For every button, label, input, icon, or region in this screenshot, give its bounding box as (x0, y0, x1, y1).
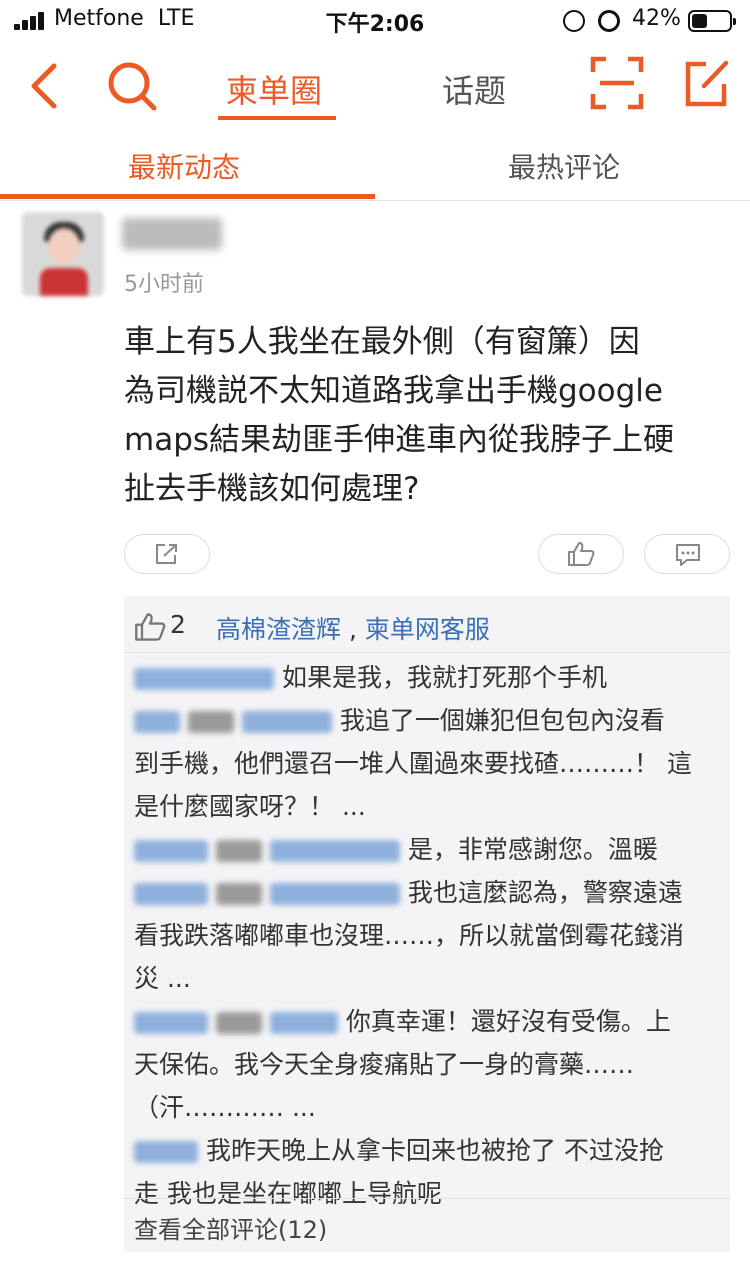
tab-latest[interactable]: 最新动态 (128, 146, 240, 186)
post-line: maps結果劫匪手伸進車內從我脖子上硬 (124, 422, 675, 458)
scan-icon[interactable] (590, 56, 644, 110)
post-line: 為司機説不太知道路我拿出手機google (124, 373, 663, 409)
reply-target-redacted[interactable] (241, 711, 332, 733)
comment-item[interactable]: 如果是我，我就打死那个手机 (134, 656, 724, 699)
thumbs-up-icon (568, 542, 595, 566)
comment-button[interactable] (644, 534, 730, 574)
comment-item[interactable]: 我追了一個嫌犯但包包內沒看 到手機，他們還召一堆人圍過來要找碴………！ 這 是什… (134, 699, 724, 828)
thumbs-up-icon (135, 613, 166, 641)
likers-list: 高棉渣渣辉 , 柬单网客服 (216, 615, 490, 644)
liker-link[interactable]: 高棉渣渣辉 (216, 615, 341, 644)
reply-target-redacted[interactable] (269, 840, 400, 862)
reply-label-redacted (215, 840, 262, 862)
reply-target-redacted[interactable] (269, 1012, 338, 1034)
active-subtab-indicator (0, 194, 375, 199)
username-redacted[interactable] (122, 218, 222, 250)
feed-tabs: 最新动态 最热评论 (0, 124, 750, 201)
status-bar: Metfone LTE 下午2:06 42% (0, 0, 750, 44)
share-icon (156, 544, 177, 564)
post-line: 車上有5人我坐在最外側（有窗簾）因 (124, 324, 640, 360)
commenter-name-redacted[interactable] (134, 1141, 198, 1163)
post-timestamp: 5小时前 (124, 272, 204, 297)
comment-icon (676, 544, 700, 566)
commenter-name-redacted[interactable] (134, 840, 208, 862)
commenter-name-redacted[interactable] (134, 883, 208, 905)
top-nav-bar: 柬单圈 话题 (0, 44, 750, 124)
battery-percent: 42% (632, 6, 681, 31)
reply-label-redacted (215, 883, 262, 905)
divider (124, 1198, 730, 1199)
liker-link[interactable]: 柬单网客服 (365, 615, 490, 644)
comment-item[interactable]: 我昨天晚上从拿卡回来也被抢了 不过没抢 走 我也是坐在嘟嘟上导航呢 (134, 1129, 724, 1215)
search-icon[interactable] (106, 60, 158, 112)
commenter-name-redacted[interactable] (134, 711, 180, 733)
post-content[interactable]: 車上有5人我坐在最外側（有窗簾）因 為司機説不太知道路我拿出手機google m… (124, 318, 734, 514)
rotation-lock-icon (563, 10, 585, 32)
like-button[interactable] (538, 534, 624, 574)
reply-label-redacted (215, 1012, 262, 1034)
reply-label-redacted (187, 711, 234, 733)
avatar[interactable] (22, 212, 104, 296)
comment-item[interactable]: 你真幸運！還好沒有受傷。上 天保佑。我今天全身痠痛貼了一身的膏藥…… （汗………… (134, 1000, 724, 1129)
tab-jiandanquan[interactable]: 柬单圈 (226, 66, 322, 112)
tab-topics[interactable]: 话题 (442, 66, 506, 112)
active-tab-indicator (218, 116, 336, 120)
battery-icon (688, 10, 736, 32)
compose-icon[interactable] (684, 58, 730, 108)
commenter-name-redacted[interactable] (134, 668, 274, 690)
share-button[interactable] (124, 534, 210, 574)
alarm-icon (598, 10, 620, 32)
post-line: 扯去手機該如何處理? (124, 471, 420, 507)
view-all-comments-link[interactable]: 查看全部评论(12) (134, 1210, 327, 1245)
chevron-left-icon[interactable] (26, 62, 62, 110)
comment-item[interactable]: 是，非常感謝您。溫暖 (134, 828, 724, 871)
reply-target-redacted[interactable] (269, 883, 400, 905)
tab-hottest-comments[interactable]: 最热评论 (508, 146, 620, 186)
divider (124, 652, 730, 653)
like-count: 2 (170, 610, 186, 639)
comment-item[interactable]: 我也這麼認為，警察遠遠 看我跌落嘟嘟車也沒理……，所以就當倒霉花錢消 災 ... (134, 871, 724, 1000)
comments-panel: 2 高棉渣渣辉 , 柬单网客服 如果是我，我就打死那个手机 我追了一個嫌犯但包包… (124, 596, 730, 1252)
commenter-name-redacted[interactable] (134, 1012, 208, 1034)
